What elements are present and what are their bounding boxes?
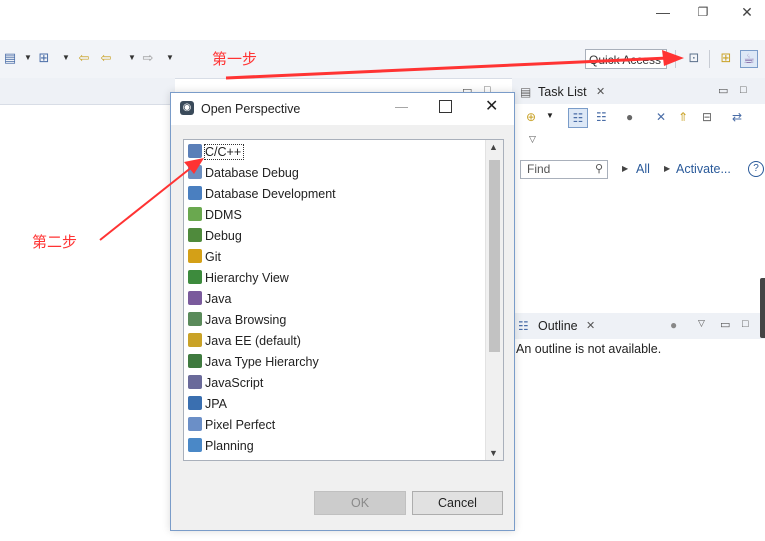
annotation-arrows — [99, 50, 684, 241]
annotation-arrow-step1 — [225, 50, 684, 80]
annotation-arrow-step2 — [99, 158, 204, 241]
